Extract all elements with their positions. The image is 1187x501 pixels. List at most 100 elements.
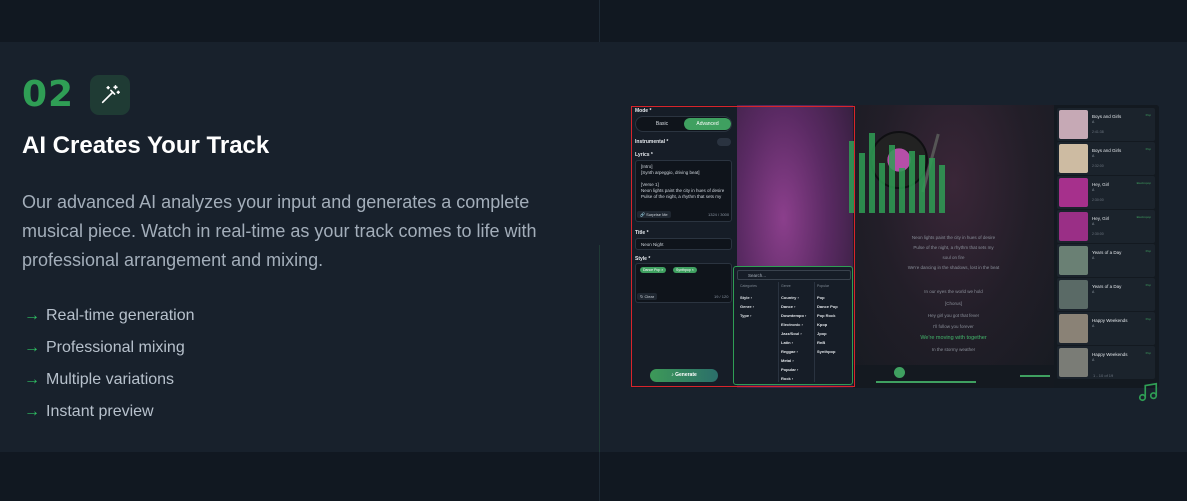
dropdown-header: Genre: [781, 284, 791, 288]
lyric-line-active: We're moving with together: [920, 335, 987, 341]
track-card[interactable]: Boys and Girls A 2:41:38 Pop: [1057, 108, 1155, 141]
track-card[interactable]: Hey, Girl A 2:30:00 Electropop: [1057, 210, 1155, 243]
lyrics-label: Lyrics *: [635, 152, 653, 158]
dropdown-item[interactable]: Popular ›: [781, 365, 816, 374]
track-thumbnail: [1059, 246, 1088, 275]
track-artist: A: [1092, 358, 1095, 362]
bottom-band: [0, 452, 1187, 501]
track-title: Hey, Girl: [1092, 182, 1110, 187]
track-card[interactable]: Boys and Girls A 2:32:00 Pop: [1057, 142, 1155, 175]
track-duration: 2:41:38: [1092, 130, 1104, 134]
magic-wand-icon: [90, 74, 131, 115]
top-band: [0, 0, 1187, 42]
track-title: Hey, Girl: [1092, 216, 1110, 221]
mode-advanced-button[interactable]: Advanced: [684, 118, 731, 130]
dropdown-item[interactable]: Metal ›: [781, 356, 816, 365]
dropdown-item[interactable]: Electronic ›: [781, 320, 816, 329]
create-panel: Mode * Basic Advanced Instrumental * Lyr…: [631, 105, 737, 388]
track-duration: 2:30:00: [1092, 198, 1104, 202]
lyric-line: We're dancing in the shadows, lost in th…: [907, 265, 1000, 270]
dropdown-item[interactable]: Type ›: [740, 311, 780, 320]
feature-list: → Real-time generation → Professional mixi…: [24, 300, 195, 428]
style-chip[interactable]: Dance Pop ×: [640, 267, 667, 273]
lyric-line: In the stormy weather: [931, 347, 976, 352]
track-card[interactable]: Happy Weekends A Pop: [1057, 312, 1155, 345]
dropdown-item[interactable]: Country ›: [781, 293, 816, 302]
dropdown-item[interactable]: Synthpop: [817, 347, 852, 356]
mode-toggle[interactable]: Basic Advanced: [635, 116, 732, 132]
section-title: AI Creates Your Track: [22, 132, 270, 159]
divider-line: [599, 0, 600, 42]
dropdown-item[interactable]: Dance ›: [781, 302, 816, 311]
track-thumbnail: [1059, 314, 1088, 343]
arrow-right-icon: →: [24, 339, 40, 356]
dropdown-item[interactable]: Jazz/Soul ›: [781, 329, 816, 338]
lyric-line: soul on fire: [942, 255, 965, 260]
track-title: Boys and Girls: [1092, 114, 1122, 119]
section-description: Our advanced AI analyzes your input and …: [22, 192, 537, 270]
track-tag: Pop: [1145, 147, 1151, 151]
list-item: → Multiple variations: [24, 371, 175, 388]
track-tag: Pop: [1145, 351, 1151, 355]
track-title: Boys and Girls: [1092, 148, 1122, 153]
dropdown-header: Categories: [740, 284, 757, 288]
arrow-right-icon: →: [24, 403, 40, 420]
track-thumbnail: [1059, 110, 1088, 139]
play-button[interactable]: [894, 367, 905, 378]
track-artist: A: [1092, 324, 1095, 328]
track-artist: A: [1092, 188, 1095, 192]
dropdown-item[interactable]: Dance Pop: [817, 302, 852, 311]
track-tag: Pop: [1145, 249, 1151, 253]
track-card[interactable]: Years of a Day A Pop: [1057, 278, 1155, 311]
dropdown-item[interactable]: Downtempo ›: [781, 311, 816, 320]
dropdown-popular: Popular Pop Dance Pop Pop Rock Kpop Jpop RnB Sy…: [817, 282, 852, 356]
lyric-line: In our eyes the world we hold: [924, 289, 983, 294]
style-count: 19 / 120: [714, 294, 729, 299]
track-thumbnail: [1059, 178, 1088, 207]
track-artist: A: [1092, 256, 1095, 260]
step-number: 02: [22, 74, 75, 115]
dropdown-item[interactable]: Kpop: [817, 320, 852, 329]
track-card[interactable]: Hey, Girl A 2:30:00 Electropop: [1057, 176, 1155, 209]
dropdown-item[interactable]: Pop Rock: [817, 311, 852, 320]
arrow-right-icon: →: [24, 307, 40, 324]
dropdown-item[interactable]: Genre ›: [740, 302, 780, 311]
instrumental-toggle[interactable]: [717, 138, 731, 146]
dropdown-item[interactable]: Rock ›: [781, 374, 816, 383]
track-card[interactable]: Years of a Day A Pop: [1057, 244, 1155, 277]
dropdown-item[interactable]: Pop: [817, 293, 852, 302]
title-input[interactable]: Neon Night: [635, 238, 732, 250]
title-label: Title *: [635, 230, 649, 236]
dropdown-item[interactable]: Jpop: [817, 329, 852, 338]
track-list: Boys and Girls A 2:41:38 Pop Boys and Girls A…: [1054, 105, 1159, 388]
dropdown-header: Popular: [817, 284, 830, 288]
divider-line: [599, 452, 600, 501]
style-chip[interactable]: Synthpop ×: [673, 267, 697, 273]
track-thumbnail: [1059, 348, 1088, 377]
track-thumbnail: [1059, 144, 1088, 173]
dropdown-search-input[interactable]: Search...: [737, 270, 851, 280]
track-title: Happy Weekends: [1092, 352, 1128, 357]
track-thumbnail: [1059, 212, 1088, 241]
dropdown-item[interactable]: Style ›: [740, 293, 780, 302]
surprise-me-button[interactable]: 🔗 Surprise Me: [637, 211, 671, 218]
track-tag: Pop: [1145, 113, 1151, 117]
divider-line: [599, 245, 600, 452]
clear-button[interactable]: ↻ Clear: [637, 293, 658, 300]
track-tag: Electropop: [1136, 215, 1151, 219]
volume-slider[interactable]: [1020, 375, 1050, 377]
lyric-line: [Chorus]: [944, 301, 962, 306]
dropdown-item[interactable]: Latin ›: [781, 338, 816, 347]
progress-bar[interactable]: [876, 381, 976, 383]
lyric-line: Pulse of the night, a rhythm that sets m…: [913, 245, 994, 250]
style-dropdown: Search... Categories Style › Genre › Type ›…: [733, 266, 853, 385]
app-screenshot: Mode * Basic Advanced Instrumental * Lyr…: [631, 105, 1159, 388]
dropdown-item[interactable]: RnB: [817, 338, 852, 347]
track-artist: A: [1092, 154, 1095, 158]
generate-button[interactable]: ♪ Generate: [650, 369, 718, 382]
mode-basic-button[interactable]: Basic: [642, 121, 682, 127]
lyric-line: I'll follow you forever: [933, 324, 974, 329]
track-artist: A: [1092, 120, 1095, 124]
list-item: → Instant preview: [24, 403, 154, 420]
dropdown-item[interactable]: Reggae ›: [781, 347, 816, 356]
